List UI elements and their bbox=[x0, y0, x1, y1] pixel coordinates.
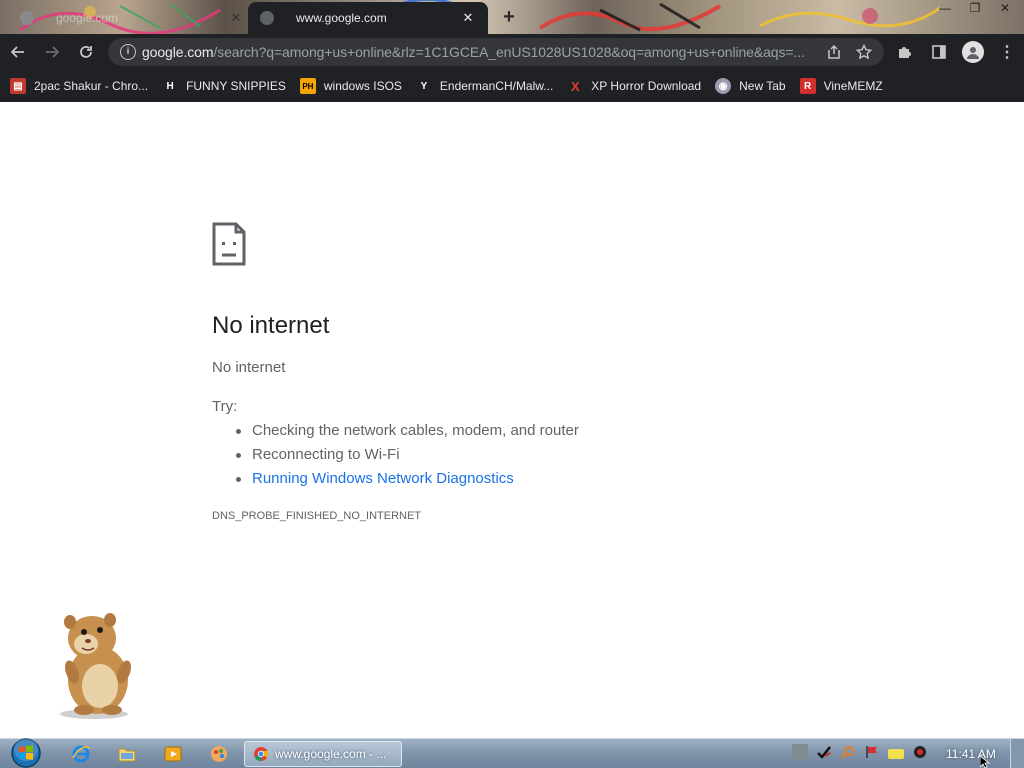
back-button[interactable] bbox=[2, 36, 34, 68]
arrow-right-icon bbox=[46, 46, 60, 58]
suggestions-list: Checking the network cables, modem, and … bbox=[236, 422, 579, 494]
url-path: /search?q=among+us+online&rlz=1C1GCEA_en… bbox=[213, 44, 805, 60]
browser-toolbar: i google.com/search?q=among+us+online&rl… bbox=[0, 34, 1024, 70]
bookmark-label: FUNNY SNIPPIES bbox=[186, 79, 286, 93]
maximize-icon[interactable]: ❐ bbox=[962, 0, 988, 18]
show-desktop-button[interactable] bbox=[1010, 739, 1024, 768]
tab-www-google[interactable]: www.google.com ✕ bbox=[248, 2, 488, 34]
tab-label: www.google.com bbox=[296, 11, 387, 25]
reload-button[interactable] bbox=[70, 36, 102, 68]
error-code: DNS_PROBE_FINISHED_NO_INTERNET bbox=[212, 510, 422, 522]
yp-logo-icon: Y bbox=[420, 80, 428, 92]
close-icon[interactable]: ✕ bbox=[460, 10, 476, 26]
omnibox-actions bbox=[818, 44, 884, 60]
address-bar[interactable]: i google.com/search?q=among+us+online&rl… bbox=[108, 38, 884, 66]
arrow-left-icon bbox=[10, 46, 24, 58]
x-logo-icon: X bbox=[570, 78, 580, 94]
bookmark-label: windows ISOS bbox=[323, 79, 402, 93]
new-tab-button[interactable]: + bbox=[498, 7, 520, 29]
star-bookmark-icon[interactable] bbox=[856, 44, 872, 60]
bookmark-windows-isos[interactable]: PH windows ISOS bbox=[299, 78, 402, 94]
side-panel-icon[interactable] bbox=[928, 41, 950, 63]
media-player-icon[interactable] bbox=[162, 743, 184, 765]
toolbar-right: ⋮ bbox=[894, 36, 1018, 68]
bookmark-2pac-shakur[interactable]: ▤ 2pac Shakur - Chro... bbox=[10, 78, 148, 94]
error-subtitle: No internet bbox=[212, 359, 286, 376]
tab-google[interactable]: google.com ✕ bbox=[8, 2, 248, 34]
url-domain: google.com bbox=[142, 44, 214, 60]
reload-icon bbox=[80, 46, 92, 58]
share-icon[interactable] bbox=[826, 44, 842, 60]
paint-app-icon[interactable] bbox=[208, 743, 230, 765]
address-url[interactable]: google.com/search?q=among+us+online&rlz=… bbox=[142, 44, 818, 60]
internet-explorer-icon[interactable] bbox=[70, 743, 92, 765]
file-explorer-icon[interactable] bbox=[116, 743, 138, 765]
battery-tray-icon[interactable] bbox=[888, 748, 904, 759]
flag-tray-icon[interactable] bbox=[864, 744, 880, 760]
r-logo-icon: R bbox=[799, 78, 816, 94]
bookmark-funny-snippies[interactable]: H FUNNY SNIPPIES bbox=[162, 78, 286, 94]
network-diagnostics-link[interactable]: Running Windows Network Diagnostics bbox=[236, 470, 579, 494]
menu-kebab-icon[interactable]: ⋮ bbox=[996, 41, 1018, 63]
bookmark-label: XP Horror Download bbox=[591, 79, 702, 93]
h-letter-icon: H bbox=[166, 80, 174, 92]
mouse-cursor-icon bbox=[980, 756, 991, 768]
search-tray-icon[interactable] bbox=[840, 744, 856, 760]
task-label: www.google.com - ... bbox=[275, 747, 387, 761]
forward-button[interactable] bbox=[36, 36, 68, 68]
bookmark-label: New Tab bbox=[739, 79, 786, 93]
start-orb-icon[interactable] bbox=[8, 737, 44, 768]
site-info-icon[interactable]: i bbox=[120, 44, 136, 60]
bookmark-endermanch[interactable]: Y EndermanCH/Malw... bbox=[416, 78, 554, 94]
bookmarks-bar: ▤ 2pac Shakur - Chro... H FUNNY SNIPPIES… bbox=[0, 70, 1024, 102]
bookmark-vinememz[interactable]: R VineMEMZ bbox=[799, 78, 883, 94]
speaker-tray-icon[interactable] bbox=[912, 744, 928, 760]
page-content: No internet No internet Try: Checking th… bbox=[0, 102, 1024, 738]
bookmark-label: VineMEMZ bbox=[823, 79, 883, 93]
bookmark-label: 2pac Shakur - Chro... bbox=[34, 79, 149, 93]
suggestion-item: Checking the network cables, modem, and … bbox=[236, 422, 579, 446]
bookmark-new-tab[interactable]: ◉ New Tab bbox=[715, 78, 786, 94]
ph-logo-icon: PH bbox=[299, 78, 316, 94]
google-favicon-icon bbox=[20, 11, 34, 25]
checkmark-tray-icon[interactable] bbox=[816, 744, 832, 760]
taskbar-chrome-window[interactable]: www.google.com - ... bbox=[244, 741, 402, 767]
dancing-hamster-image bbox=[60, 613, 131, 719]
title-bar: google.com ✕ www.google.com ✕ + — ❐ ✕ bbox=[0, 0, 1024, 34]
bookmark-xp-horror[interactable]: X XP Horror Download bbox=[567, 78, 701, 94]
taskbar: www.google.com - ... 11:41 AM bbox=[0, 737, 1024, 768]
close-window-icon[interactable]: ✕ bbox=[992, 0, 1018, 18]
suggestion-item: Reconnecting to Wi-Fi bbox=[236, 446, 579, 470]
chrome-icon bbox=[254, 747, 269, 762]
profile-avatar-icon[interactable] bbox=[962, 41, 984, 63]
bookmark-label: EndermanCH/Malw... bbox=[439, 79, 554, 93]
sad-document-icon bbox=[212, 222, 246, 266]
google-favicon-icon bbox=[260, 11, 274, 25]
close-icon[interactable]: ✕ bbox=[228, 10, 244, 26]
window-controls: — ❐ ✕ bbox=[932, 0, 1018, 18]
network-tray-icon[interactable] bbox=[792, 744, 808, 760]
extensions-puzzle-icon[interactable] bbox=[894, 41, 916, 63]
error-title: No internet bbox=[212, 312, 330, 339]
system-tray bbox=[792, 744, 928, 760]
minimize-icon[interactable]: — bbox=[932, 0, 958, 18]
globe-icon: ◉ bbox=[715, 78, 732, 94]
try-label: Try: bbox=[212, 398, 238, 415]
bookmark-icon: ▤ bbox=[10, 78, 26, 94]
tab-label: google.com bbox=[56, 11, 119, 25]
